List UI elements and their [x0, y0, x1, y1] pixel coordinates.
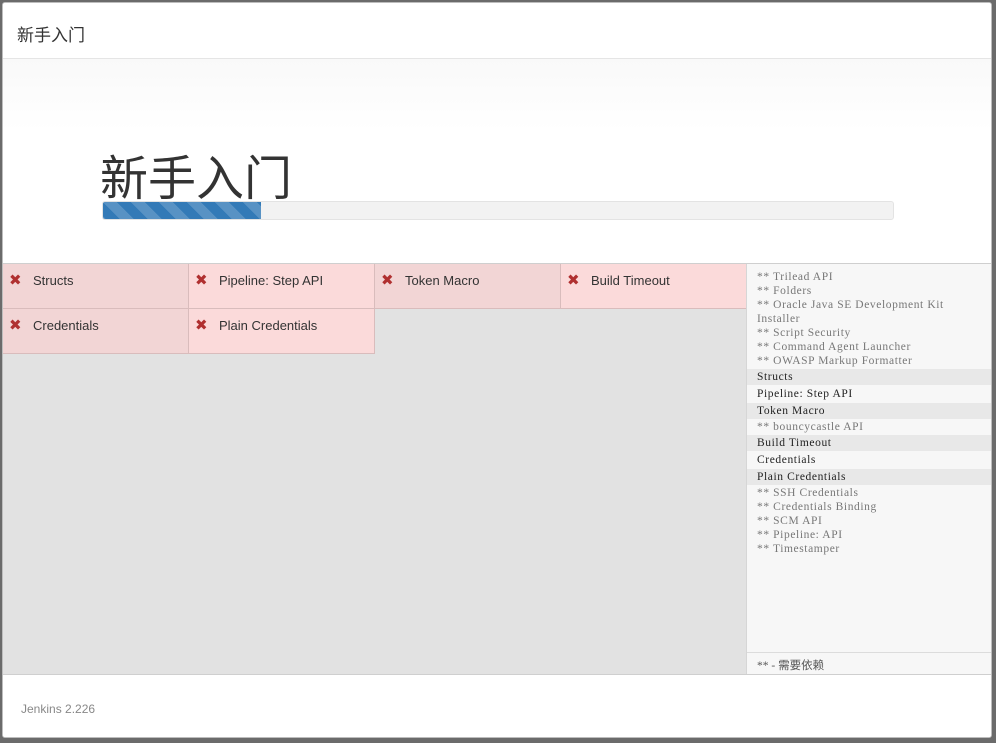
- dependency-legend: ** - 需要依赖: [747, 652, 991, 674]
- plugin-tile: ✖ Token Macro: [375, 264, 561, 309]
- log-dependency-line: ** SSH Credentials: [757, 487, 859, 499]
- log-dependency-line: ** Pipeline: API: [757, 529, 843, 541]
- install-progress-fill: [103, 202, 261, 219]
- failed-x-icon: ✖: [195, 316, 208, 334]
- plugin-name: Token Macro: [405, 273, 480, 288]
- log-dependency-line: ** Trilead API: [757, 271, 834, 283]
- plugin-name: Plain Credentials: [219, 318, 318, 333]
- log-dependency-line: Installer: [757, 313, 801, 325]
- dialog-header: 新手入门: [3, 3, 991, 59]
- failed-x-icon: ✖: [9, 271, 22, 289]
- log-dependency-line: ** Credentials Binding: [757, 501, 877, 513]
- log-plugin-line: Pipeline: Step API: [747, 386, 991, 402]
- progress-hero: 新手入门: [3, 59, 991, 264]
- plugin-name: Structs: [33, 273, 74, 288]
- plugin-tile: ✖ Structs: [3, 264, 189, 309]
- plugin-tile: ✖ Plain Credentials: [189, 309, 375, 354]
- dialog-footer: Jenkins 2.226: [3, 675, 991, 737]
- plugin-name: Credentials: [33, 318, 99, 333]
- page-heading: 新手入门: [100, 151, 293, 207]
- failed-x-icon: ✖: [9, 316, 22, 334]
- plugin-tile: ✖ Pipeline: Step API: [189, 264, 375, 309]
- install-progress-bar: [102, 201, 894, 220]
- dialog-title: 新手入门: [17, 26, 85, 46]
- install-log-list: ** Trilead API ** Folders ** Oracle Java S…: [747, 270, 991, 556]
- log-plugin-line: Token Macro: [747, 403, 991, 419]
- log-dependency-line: ** Oracle Java SE Development Kit: [757, 299, 944, 311]
- install-content: ✖ Structs ✖ Pipeline: Step API ✖ Token Macro ✖…: [3, 264, 991, 675]
- failed-x-icon: ✖: [567, 271, 580, 289]
- plugin-tile: ✖ Credentials: [3, 309, 189, 354]
- log-plugin-line: Structs: [747, 369, 991, 385]
- log-plugin-line: Credentials: [747, 452, 991, 468]
- plugin-name: Build Timeout: [591, 273, 670, 288]
- plugin-grid-pane: ✖ Structs ✖ Pipeline: Step API ✖ Token Macro ✖…: [3, 264, 747, 674]
- plugin-tile: ✖ Build Timeout: [561, 264, 747, 309]
- log-dependency-line: ** bouncycastle API: [757, 421, 864, 433]
- log-plugin-line: Build Timeout: [747, 435, 991, 451]
- log-dependency-line: ** Command Agent Launcher: [757, 341, 911, 353]
- failed-x-icon: ✖: [195, 271, 208, 289]
- plugin-name: Pipeline: Step API: [219, 273, 324, 288]
- install-log-pane[interactable]: ** Trilead API ** Folders ** Oracle Java S…: [746, 264, 991, 674]
- log-dependency-line: ** Timestamper: [757, 543, 840, 555]
- log-dependency-line: ** Script Security: [757, 327, 851, 339]
- log-dependency-line: ** Folders: [757, 285, 812, 297]
- failed-x-icon: ✖: [381, 271, 394, 289]
- log-dependency-line: ** SCM API: [757, 515, 823, 527]
- log-dependency-line: ** OWASP Markup Formatter: [757, 355, 913, 367]
- log-plugin-line: Plain Credentials: [747, 469, 991, 485]
- jenkins-version: Jenkins 2.226: [21, 702, 96, 716]
- setup-wizard-dialog: 新手入门 新手入门 ✖ Structs ✖ Pipeline: Step API ✖ To…: [2, 2, 992, 738]
